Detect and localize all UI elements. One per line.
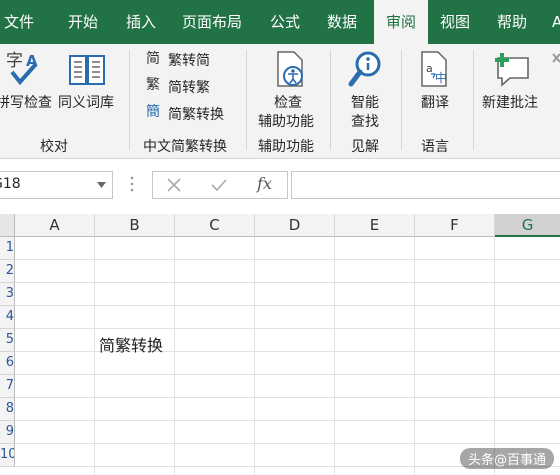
cell-b6-text[interactable]: 简繁转换 — [99, 332, 163, 356]
grid-line — [15, 259, 560, 260]
column-header-f[interactable]: F — [415, 214, 495, 237]
grid-line — [15, 420, 560, 421]
grid-line — [15, 443, 560, 444]
select-all-corner[interactable] — [0, 214, 15, 237]
row-header[interactable]: 8 — [0, 398, 15, 421]
group-accessibility: 辅助功能 — [258, 139, 314, 155]
group-chinese-conversion: 中文简繁转换 — [143, 139, 227, 155]
translate-button[interactable]: 翻译 — [421, 92, 449, 112]
enter-icon[interactable] — [211, 178, 227, 192]
grid-line — [15, 351, 560, 352]
ribbon-review: 字 A 拼写检查 同义词库 校对 简 繁转简 繁 简转繁 簡 简繁转换 中文简繁… — [0, 44, 560, 159]
row-header[interactable]: 9 — [0, 421, 15, 444]
group-separator — [246, 50, 247, 150]
new-comment-button[interactable]: 新建批注 — [482, 92, 538, 112]
smart-lookup-icon[interactable] — [348, 50, 384, 88]
drag-handle-icon[interactable] — [130, 175, 134, 193]
tab-help[interactable]: 帮助 — [497, 0, 527, 44]
grid-line — [15, 282, 560, 283]
tab-insert[interactable]: 插入 — [126, 0, 156, 44]
group-separator — [129, 50, 130, 150]
simp-glyph-icon: 简 — [146, 51, 160, 67]
tab-file[interactable]: 文件 — [0, 0, 48, 44]
group-separator — [401, 50, 402, 150]
row-header[interactable]: 1 — [0, 237, 15, 260]
tab-more[interactable]: A — [552, 0, 560, 44]
tab-formulas[interactable]: 公式 — [270, 0, 300, 44]
grid-line — [94, 237, 95, 475]
group-separator — [473, 50, 474, 150]
thesaurus-button[interactable]: 同义词库 — [58, 92, 114, 112]
row-header[interactable]: 7 — [0, 375, 15, 398]
formula-input[interactable] — [291, 171, 560, 199]
column-header-c[interactable]: C — [175, 214, 255, 237]
row-header[interactable]: 5 — [0, 329, 15, 352]
spell-check-button[interactable]: 拼写检查 — [0, 92, 52, 112]
row-header[interactable]: 6 — [0, 352, 15, 375]
grid-line — [174, 237, 175, 475]
translate-icon[interactable]: a 中 — [419, 50, 457, 88]
tab-view[interactable]: 视图 — [440, 0, 470, 44]
grid-line — [15, 374, 560, 375]
spelling-icon[interactable]: 字 A — [4, 50, 44, 86]
grid-line — [334, 237, 335, 475]
cell-area[interactable] — [15, 237, 560, 475]
tab-review[interactable]: 审阅 — [374, 0, 428, 44]
svg-text:中: 中 — [435, 70, 447, 85]
group-insights: 见解 — [351, 139, 379, 155]
chevron-down-icon[interactable] — [97, 182, 106, 188]
row-header[interactable]: 10 — [0, 444, 15, 467]
group-proofing: 校对 — [40, 139, 68, 155]
row-header[interactable]: 2 — [0, 260, 15, 283]
column-header-d[interactable]: D — [255, 214, 335, 237]
tab-home[interactable]: 开始 — [68, 0, 98, 44]
name-box[interactable]: G18 — [0, 171, 113, 199]
column-header-g[interactable]: G — [495, 214, 560, 237]
group-language: 语言 — [421, 139, 449, 155]
grid-line — [494, 237, 495, 475]
chinese-convert-button[interactable]: 简繁转换 — [168, 104, 224, 124]
group-separator — [330, 50, 331, 150]
trad-glyph-icon: 繁 — [146, 77, 160, 93]
watermark: 头条@百事通 — [459, 448, 554, 469]
svg-text:字: 字 — [6, 51, 23, 71]
grid-line — [15, 305, 560, 306]
accessibility-check-button[interactable]: 检查 — [274, 92, 302, 112]
grid-line — [414, 237, 415, 475]
formula-buttons: fx — [152, 171, 288, 199]
accessibility-check-button-line2[interactable]: 辅助功能 — [258, 111, 314, 131]
insert-function-button[interactable]: fx — [257, 174, 272, 193]
grid-line — [254, 237, 255, 475]
formula-bar-area: G18 fx — [0, 159, 560, 214]
column-header-e[interactable]: E — [335, 214, 415, 237]
simp-to-trad-button[interactable]: 简转繁 — [168, 77, 210, 97]
accessibility-check-icon[interactable] — [275, 50, 305, 88]
tab-data[interactable]: 数据 — [327, 0, 357, 44]
row-header[interactable]: 3 — [0, 283, 15, 306]
new-comment-icon[interactable] — [492, 50, 534, 88]
svg-text:a: a — [426, 62, 433, 75]
column-header-a[interactable]: A — [15, 214, 95, 237]
row-header[interactable]: 4 — [0, 306, 15, 329]
grid-line — [15, 397, 560, 398]
delete-comment-icon[interactable] — [552, 52, 560, 82]
smart-lookup-button-line2[interactable]: 查找 — [351, 111, 379, 131]
trad-to-simp-button[interactable]: 繁转简 — [168, 50, 210, 70]
convert-glyph-icon: 簡 — [146, 104, 160, 120]
ribbon-tab-bar: 文件 开始 插入 页面布局 公式 数据 审阅 视图 帮助 A — [0, 0, 560, 44]
smart-lookup-button[interactable]: 智能 — [351, 92, 379, 112]
column-header-b[interactable]: B — [95, 214, 175, 237]
tab-page-layout[interactable]: 页面布局 — [182, 0, 242, 44]
grid-line — [15, 328, 560, 329]
cancel-icon[interactable] — [167, 178, 181, 192]
thesaurus-icon[interactable] — [68, 52, 108, 86]
name-box-value: G18 — [0, 176, 21, 192]
